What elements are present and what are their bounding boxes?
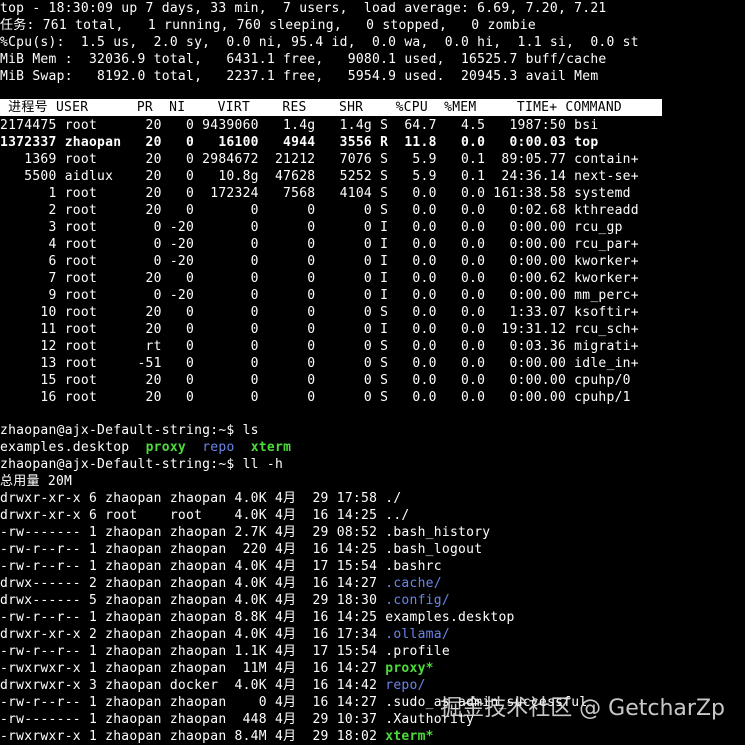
- file-meta: drwxr-xr-x 2 zhaopan zhaopan 4.0K 4月 16 …: [0, 627, 386, 642]
- shell-prompt-ll: zhaopan@ajx-Default-string:~$ ll -h: [0, 457, 284, 472]
- ls-output: examples.desktop proxy repo xterm: [0, 439, 291, 456]
- file-meta: -rw-r--r-- 1 zhaopan zhaopan 0 4月 16 14:…: [0, 695, 386, 710]
- file-listing-row: -rw------- 1 zhaopan zhaopan 2.7K 4月 29 …: [0, 524, 490, 541]
- process-row: 16 root 20 0 0 0 0 S 0.0 0.0 0:00.00 cpu…: [0, 390, 631, 405]
- file-meta: -rwxrwxr-x 1 zhaopan zhaopan 8.4M 4月 29 …: [0, 729, 386, 744]
- process-row: 1 root 20 0 172324 7568 4104 S 0.0 0.0 1…: [0, 186, 631, 201]
- file-meta: drwx------ 5 zhaopan zhaopan 4.0K 4月 29 …: [0, 593, 386, 608]
- process-row: 15 root 20 0 0 0 0 S 0.0 0.0 0:00.00 cpu…: [0, 373, 631, 388]
- file-listing-row: drwxr-xr-x 6 zhaopan zhaopan 4.0K 4月 29 …: [0, 490, 401, 507]
- process-row: 10 root 20 0 0 0 0 S 0.0 0.0 1:33.07 kso…: [0, 305, 639, 320]
- ls-file-xterm: xterm: [250, 440, 292, 455]
- process-row: 7 root 20 0 0 0 0 I 0.0 0.0 0:00.62 kwor…: [0, 271, 639, 286]
- process-table-header: 进程号 USER PR NI VIRT RES SHR %CPU %MEM TI…: [0, 99, 663, 116]
- process-row: 12 root rt 0 0 0 0 S 0.0 0.0 0:03.36 mig…: [0, 339, 639, 354]
- process-row: 3 root 0 -20 0 0 0 I 0.0 0.0 0:00.00 rcu…: [0, 220, 623, 235]
- file-meta: drwxr-xr-x 6 root root 4.0K 4月 16 14:25: [0, 508, 386, 523]
- process-row: 9 root 0 -20 0 0 0 I 0.0 0.0 0:00.00 mm_…: [0, 288, 639, 303]
- file-listing-row: -rw-r--r-- 1 zhaopan zhaopan 4.0K 4月 17 …: [0, 558, 442, 575]
- file-listing-row: -rw-r--r-- 1 zhaopan zhaopan 220 4月 16 1…: [0, 541, 482, 558]
- file-listing-row: drwxr-xr-x 6 root root 4.0K 4月 16 14:25 …: [0, 507, 410, 524]
- file-name: .profile: [385, 644, 450, 659]
- process-row: 13 root -51 0 0 0 0 S 0.0 0.0 0:00.00 id…: [0, 356, 639, 371]
- process-row: 11 root 20 0 0 0 0 I 0.0 0.0 19:31.12 rc…: [0, 322, 639, 337]
- process-row: 5500 aidlux 20 0 10.8g 47628 5252 S 5.9 …: [0, 169, 639, 184]
- file-name: .config/: [385, 593, 450, 608]
- file-name: .bash_history: [385, 525, 491, 540]
- file-meta: drwxr-xr-x 6 zhaopan zhaopan 4.0K 4月 29 …: [0, 491, 386, 506]
- top-mem-line: MiB Mem : 32036.9 total, 6431.1 free, 90…: [0, 52, 607, 67]
- shell-prompt-ls: zhaopan@ajx-Default-string:~$ ls: [0, 423, 259, 438]
- file-name: ./: [385, 491, 402, 506]
- file-name: .bash_logout: [385, 542, 483, 557]
- process-row: 1372337 zhaopan 20 0 16100 4944 3556 R 1…: [0, 135, 599, 150]
- file-meta: drwx------ 2 zhaopan zhaopan 4.0K 4月 16 …: [0, 576, 386, 591]
- process-row: 4 root 0 -20 0 0 0 I 0.0 0.0 0:00.00 rcu…: [0, 237, 639, 252]
- watermark: 掘金技术社区 @ GetcharZp: [440, 696, 725, 721]
- file-meta: -rw------- 1 zhaopan zhaopan 448 4月 29 1…: [0, 712, 386, 727]
- top-swap-line: MiB Swap: 8192.0 total, 2237.1 free, 595…: [0, 69, 599, 84]
- file-listing-row: drwxr-xr-x 2 zhaopan zhaopan 4.0K 4月 16 …: [0, 626, 450, 643]
- file-meta: -rw-r--r-- 1 zhaopan zhaopan 220 4月 16 1…: [0, 542, 386, 557]
- top-summary-line: top - 18:30:09 up 7 days, 33 min, 7 user…: [0, 1, 607, 16]
- file-listing-row: -rw-r--r-- 1 zhaopan zhaopan 8.8K 4月 16 …: [0, 609, 515, 626]
- process-row: 1369 root 20 0 2984672 21212 7076 S 5.9 …: [0, 152, 639, 167]
- file-name: xterm*: [385, 729, 434, 744]
- file-meta: -rw------- 1 zhaopan zhaopan 2.7K 4月 29 …: [0, 525, 386, 540]
- process-row: 2174475 root 20 0 9439060 1.4g 1.4g S 64…: [0, 118, 599, 133]
- file-name: proxy*: [385, 661, 434, 676]
- file-listing-row: drwx------ 5 zhaopan zhaopan 4.0K 4月 29 …: [0, 592, 450, 609]
- file-listing-row: -rwxrwxr-x 1 zhaopan zhaopan 11M 4月 16 1…: [0, 660, 434, 677]
- process-row: 2 root 20 0 0 0 0 S 0.0 0.0 0:02.68 kthr…: [0, 203, 639, 218]
- process-row: 6 root 0 -20 0 0 0 I 0.0 0.0 0:00.00 kwo…: [0, 254, 639, 269]
- file-meta: -rw-r--r-- 1 zhaopan zhaopan 1.1K 4月 17 …: [0, 644, 386, 659]
- file-meta: drwxrwxr-x 3 zhaopan docker 4.0K 4月 16 1…: [0, 678, 386, 693]
- ls-dir-repo: repo: [202, 440, 235, 455]
- file-meta: -rw-r--r-- 1 zhaopan zhaopan 8.8K 4月 16 …: [0, 610, 386, 625]
- file-name: .bashrc: [385, 559, 442, 574]
- top-tasks-line: 任务: 761 total, 1 running, 760 sleeping, …: [0, 18, 536, 33]
- file-meta: -rw-r--r-- 1 zhaopan zhaopan 4.0K 4月 17 …: [0, 559, 386, 574]
- file-name: repo/: [385, 678, 426, 693]
- ls-file-proxy: proxy: [145, 440, 187, 455]
- ls-file-examples: examples.desktop: [0, 440, 130, 455]
- file-name: .ollama/: [385, 627, 450, 642]
- file-listing-row: drwxrwxr-x 3 zhaopan docker 4.0K 4月 16 1…: [0, 677, 426, 694]
- file-listing-row: -rwxrwxr-x 1 zhaopan zhaopan 8.4M 4月 29 …: [0, 728, 434, 745]
- top-cpu-line: %Cpu(s): 1.5 us, 2.0 sy, 0.0 ni, 95.4 id…: [0, 35, 639, 50]
- file-name: ../: [385, 508, 410, 523]
- file-listing-row: -rw------- 1 zhaopan zhaopan 448 4月 29 1…: [0, 711, 474, 728]
- terminal-window[interactable]: top - 18:30:09 up 7 days, 33 min, 7 user…: [0, 0, 745, 745]
- file-meta: -rwxrwxr-x 1 zhaopan zhaopan 11M 4月 16 1…: [0, 661, 386, 676]
- ll-total: 总用量 20M: [0, 474, 73, 489]
- file-listing-row: drwx------ 2 zhaopan zhaopan 4.0K 4月 16 …: [0, 575, 442, 592]
- file-listing-row: -rw-r--r-- 1 zhaopan zhaopan 1.1K 4月 17 …: [0, 643, 450, 660]
- file-name: examples.desktop: [385, 610, 515, 625]
- file-name: .cache/: [385, 576, 442, 591]
